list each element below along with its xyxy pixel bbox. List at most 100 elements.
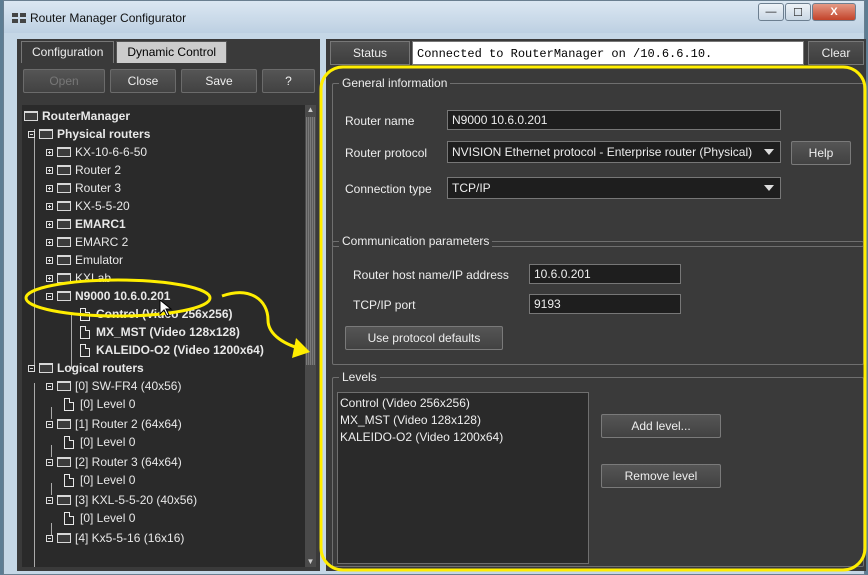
folder-icon xyxy=(57,273,71,283)
general-information-group: General information Router name N9000 10… xyxy=(332,76,864,247)
tree-level-item[interactable]: [0] Level 0 xyxy=(64,509,135,527)
tree-item[interactable]: [4] Kx5-5-16 (16x16) xyxy=(46,529,184,547)
collapse-icon[interactable] xyxy=(46,496,53,504)
chevron-down-icon xyxy=(764,185,774,191)
connection-type-label: Connection type xyxy=(345,182,432,196)
tree-item[interactable]: Router 2 xyxy=(46,161,121,179)
collapse-icon[interactable] xyxy=(46,292,53,300)
close-window-button[interactable]: X xyxy=(812,3,856,21)
port-field[interactable]: 9193 xyxy=(529,294,681,314)
remove-level-button[interactable]: Remove level xyxy=(601,464,721,488)
list-item[interactable]: Control (Video 256x256) xyxy=(340,395,470,411)
save-button[interactable]: Save xyxy=(181,69,257,93)
tree-level-item[interactable]: [0] Level 0 xyxy=(64,433,135,451)
status-label: Status xyxy=(330,41,410,65)
tree-item[interactable]: Emulator xyxy=(46,251,123,269)
tree-level-item[interactable]: MX_MST (Video 128x128) xyxy=(80,323,240,341)
tab-configuration[interactable]: Configuration xyxy=(21,41,115,63)
expand-icon[interactable] xyxy=(46,238,53,246)
minimize-button[interactable]: — xyxy=(758,3,784,21)
folder-icon xyxy=(57,495,71,505)
host-field[interactable]: 10.6.0.201 xyxy=(529,264,681,284)
collapse-icon[interactable] xyxy=(46,420,53,428)
document-icon xyxy=(64,511,74,525)
tree-item[interactable]: [0] SW-FR4 (40x56) xyxy=(46,377,181,395)
communication-parameters-group: Communication parameters Router host nam… xyxy=(332,234,864,365)
tree-item[interactable]: Router 3 xyxy=(46,179,121,197)
add-level-button[interactable]: Add level... xyxy=(601,414,721,438)
router-name-field[interactable]: N9000 10.6.0.201 xyxy=(447,110,781,130)
expand-icon[interactable] xyxy=(46,148,53,156)
router-protocol-select[interactable]: NVISION Ethernet protocol - Enterprise r… xyxy=(447,141,781,163)
help-button[interactable]: Help xyxy=(791,141,851,165)
folder-icon xyxy=(57,237,71,247)
document-icon xyxy=(80,307,90,321)
group-title: Communication parameters xyxy=(339,234,493,248)
open-button[interactable]: Open xyxy=(23,69,105,93)
folder-icon xyxy=(57,533,71,543)
folder-icon xyxy=(57,419,71,429)
tree-item[interactable]: EMARC1 xyxy=(46,215,126,233)
tree-item[interactable]: [2] Router 3 (64x64) xyxy=(46,453,182,471)
expand-icon[interactable] xyxy=(46,256,53,264)
clear-button[interactable]: Clear xyxy=(808,41,864,65)
scroll-thumb[interactable] xyxy=(306,117,315,365)
expand-icon[interactable] xyxy=(46,202,53,210)
use-protocol-defaults-button[interactable]: Use protocol defaults xyxy=(345,326,503,350)
scroll-up-icon[interactable]: ▲ xyxy=(306,105,315,115)
title-bar: Router Manager Configurator — ☐ X xyxy=(4,1,864,33)
tree-root[interactable]: RouterManager xyxy=(24,107,130,125)
levels-list[interactable]: Control (Video 256x256) MX_MST (Video 12… xyxy=(337,392,589,564)
folder-icon xyxy=(57,255,71,265)
connection-type-select[interactable]: TCP/IP xyxy=(447,177,781,199)
folder-icon xyxy=(57,381,71,391)
folder-icon xyxy=(39,129,53,139)
collapse-icon[interactable] xyxy=(28,130,35,138)
tree-item[interactable]: EMARC 2 xyxy=(46,233,128,251)
folder-icon xyxy=(24,111,38,121)
expand-icon[interactable] xyxy=(46,274,53,282)
tree-logical-routers[interactable]: Logical routers xyxy=(28,359,144,377)
collapse-icon[interactable] xyxy=(46,458,53,466)
expand-icon[interactable] xyxy=(46,184,53,192)
tree-item-n9000[interactable]: N9000 10.6.0.201 xyxy=(46,287,170,305)
host-label: Router host name/IP address xyxy=(353,268,509,282)
tree-level-item[interactable]: [0] Level 0 xyxy=(64,471,135,489)
tree-level-item[interactable]: KALEIDO-O2 (Video 1200x64) xyxy=(80,341,264,359)
list-item[interactable]: MX_MST (Video 128x128) xyxy=(340,412,481,428)
app-window: Router Manager Configurator — ☐ X Config… xyxy=(3,0,866,575)
close-button[interactable]: Close xyxy=(110,69,176,93)
tree-item[interactable]: KX-5-5-20 xyxy=(46,197,130,215)
maximize-button[interactable]: ☐ xyxy=(785,3,811,21)
folder-icon xyxy=(39,363,53,373)
tree-item[interactable]: [1] Router 2 (64x64) xyxy=(46,415,182,433)
document-icon xyxy=(80,343,90,357)
expand-icon[interactable] xyxy=(46,166,53,174)
tree-item[interactable]: [3] KXL-5-5-20 (40x56) xyxy=(46,491,197,509)
tree-level-item[interactable]: Control (Video 256x256) xyxy=(80,305,233,323)
levels-group: Levels Control (Video 256x256) MX_MST (V… xyxy=(332,370,864,567)
list-item[interactable]: KALEIDO-O2 (Video 1200x64) xyxy=(340,429,503,445)
help-button[interactable]: ? xyxy=(262,69,315,93)
folder-icon xyxy=(57,147,71,157)
collapse-icon[interactable] xyxy=(46,534,53,542)
router-protocol-label: Router protocol xyxy=(345,146,428,160)
tree-item[interactable]: KXLab xyxy=(46,269,111,287)
tree-level-item[interactable]: [0] Level 0 xyxy=(64,395,135,413)
tree-scrollbar[interactable]: ▲ ▼ xyxy=(305,105,316,567)
document-icon xyxy=(64,435,74,449)
router-tree[interactable]: RouterManager Physical routers KX-10-6-6… xyxy=(22,105,305,567)
tab-dynamic-control[interactable]: Dynamic Control xyxy=(116,41,228,63)
collapse-icon[interactable] xyxy=(46,382,53,390)
tree-physical-routers[interactable]: Physical routers xyxy=(28,125,150,143)
folder-icon xyxy=(57,165,71,175)
collapse-icon[interactable] xyxy=(28,364,35,372)
group-title: Levels xyxy=(339,370,380,384)
folder-icon xyxy=(57,183,71,193)
expand-icon[interactable] xyxy=(46,220,53,228)
router-name-label: Router name xyxy=(345,114,415,128)
scroll-down-icon[interactable]: ▼ xyxy=(306,557,315,567)
folder-icon xyxy=(57,291,71,301)
app-icon xyxy=(12,13,26,23)
tree-item[interactable]: KX-10-6-6-50 xyxy=(46,143,147,161)
